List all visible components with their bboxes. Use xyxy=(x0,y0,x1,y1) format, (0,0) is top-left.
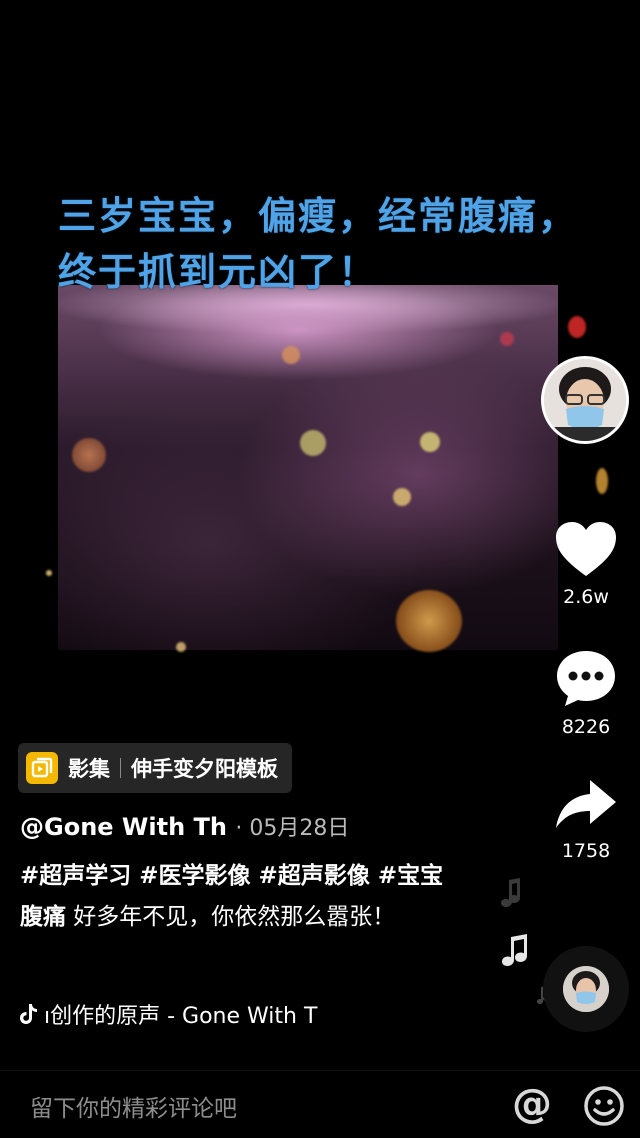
video-caption: 三岁宝宝，偏瘦，经常腹痛，终于抓到元凶了！ xyxy=(58,194,579,294)
template-name: 伸手变夕阳模板 xyxy=(131,757,278,781)
chip-divider xyxy=(120,758,121,778)
bokeh-light xyxy=(596,468,608,494)
bokeh-light xyxy=(300,430,326,456)
post-text: 好多年不见，你依然那么嚣张！ xyxy=(66,904,396,930)
post-description: #超声学习 #医学影像 #超声影像 #宝宝腹痛 好多年不见，你依然那么嚣张！ xyxy=(20,856,460,938)
author-avatar[interactable] xyxy=(541,356,629,444)
author-name[interactable]: @Gone With Th xyxy=(20,813,227,841)
avatar-portrait xyxy=(544,359,626,441)
music-note-icon xyxy=(502,934,527,966)
disc-avatar xyxy=(563,966,609,1012)
share-count: 1758 xyxy=(561,840,611,862)
music-title: ı创作的原声 - Gone With T xyxy=(44,1004,318,1029)
bokeh-light xyxy=(393,488,411,506)
bokeh-light xyxy=(420,432,440,452)
like-button[interactable]: 2.6w xyxy=(546,520,626,608)
heart-icon xyxy=(556,522,616,576)
author-line: @Gone With Th · 05月28日 xyxy=(20,810,349,842)
ultrasound-image xyxy=(58,285,558,650)
bokeh-light xyxy=(396,590,462,652)
music-disc[interactable] xyxy=(543,946,629,1032)
album-icon xyxy=(26,752,58,784)
comment-icon xyxy=(557,651,615,706)
comment-bar: 留下你的精彩评论吧 @ xyxy=(0,1070,640,1138)
template-chip[interactable]: 影集 伸手变夕阳模板 xyxy=(18,743,292,793)
template-type-label: 影集 xyxy=(68,757,110,781)
video-player[interactable]: 三岁宝宝，偏瘦，经常腹痛，终于抓到元凶了！ xyxy=(0,0,640,660)
comment-button[interactable]: 8226 xyxy=(546,648,626,738)
like-count: 2.6w xyxy=(563,586,609,608)
bokeh-light xyxy=(568,316,586,338)
post-date: · 05月28日 xyxy=(235,816,350,841)
tiktok-note-icon xyxy=(20,1004,37,1024)
emoji-icon[interactable] xyxy=(583,1085,625,1127)
bokeh-light xyxy=(500,332,514,346)
comment-input[interactable]: 留下你的精彩评论吧 xyxy=(30,1089,237,1123)
bokeh-light xyxy=(176,642,186,652)
comment-count: 8226 xyxy=(561,716,611,738)
music-note-icon xyxy=(501,878,520,907)
bokeh-light xyxy=(46,570,52,576)
bokeh-light xyxy=(282,346,300,364)
mention-button[interactable]: @ xyxy=(512,1081,552,1127)
share-arrow-icon xyxy=(556,780,616,828)
share-button[interactable]: 1758 xyxy=(546,776,626,862)
bokeh-light xyxy=(72,438,106,472)
music-info[interactable]: ı创作的原声 - Gone With T xyxy=(18,998,348,1030)
